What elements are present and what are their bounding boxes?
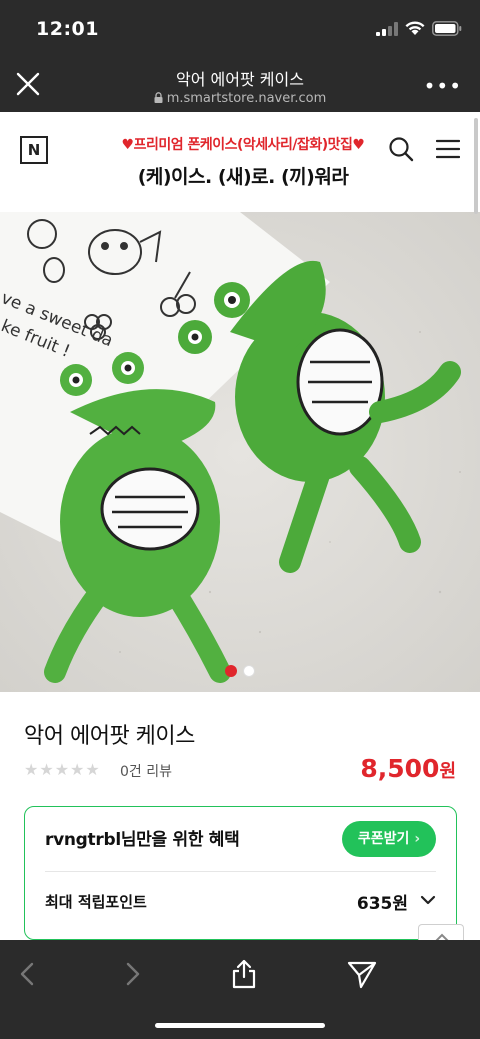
rating-stars: ★★★★★ — [24, 760, 101, 779]
browser-header: 악어 에어팟 케이스 m.smartstore.naver.com ••• — [0, 58, 480, 112]
back-icon[interactable] — [12, 958, 44, 990]
price-unit: 원 — [439, 761, 456, 782]
naver-logo[interactable]: N — [20, 136, 48, 164]
coupon-label: 쿠폰받기 — [357, 831, 410, 847]
scrollbar[interactable] — [474, 118, 478, 214]
chevron-right-icon: › — [414, 831, 421, 847]
pager-dot[interactable] — [243, 665, 255, 677]
send-icon[interactable] — [346, 958, 378, 990]
more-icon[interactable]: ••• — [424, 74, 462, 98]
chevron-down-icon[interactable] — [420, 895, 436, 905]
divider — [45, 871, 436, 872]
review-count-link[interactable]: 0건 리뷰 — [120, 761, 172, 781]
signal-icon — [376, 22, 398, 36]
share-icon[interactable] — [228, 958, 260, 990]
price-value: 8,500 — [360, 754, 440, 783]
image-pager — [0, 662, 480, 677]
product-price: 8,500원 — [360, 754, 456, 783]
pager-dot-active[interactable] — [225, 665, 237, 677]
benefit-title: rvngtrbl님만을 위한 혜택 — [45, 830, 240, 850]
browser-page-title: 악어 에어팟 케이스 — [176, 70, 304, 89]
store-banner-tagline[interactable]: ♥프리미엄 폰케이스(악세사리/잡화)맛집♥ — [108, 134, 378, 154]
lock-icon — [154, 92, 163, 103]
home-indicator — [155, 1023, 325, 1028]
product-image[interactable]: ve a sweet da ke fruit ! — [0, 212, 480, 692]
member-benefit-card: rvngtrbl님만을 위한 혜택 쿠폰받기 › 최대 적립포인트 635원 — [24, 806, 457, 940]
browser-url: m.smartstore.naver.com — [0, 91, 480, 106]
scroll-to-top-button[interactable] — [418, 924, 464, 940]
max-points-label: 최대 적립포인트 — [45, 893, 147, 911]
web-page[interactable]: N ♥프리미엄 폰케이스(악세사리/잡화)맛집♥ (케)이스. (새)로. (끼… — [0, 112, 480, 940]
store-header: N ♥프리미엄 폰케이스(악세사리/잡화)맛집♥ (케)이스. (새)로. (끼… — [0, 112, 480, 212]
status-bar: 12:01 — [0, 0, 480, 58]
browser-toolbar — [0, 940, 480, 1039]
store-banner-slogan[interactable]: (케)이스. (새)로. (끼)워라 — [108, 162, 378, 189]
menu-icon[interactable] — [436, 138, 460, 160]
status-time: 12:01 — [36, 18, 99, 40]
search-icon[interactable] — [388, 136, 414, 162]
get-coupon-button[interactable]: 쿠폰받기 › — [342, 821, 436, 857]
chevron-up-icon — [435, 933, 449, 940]
max-points-value: 635원 — [356, 894, 408, 914]
forward-icon[interactable] — [116, 958, 148, 990]
battery-icon — [432, 21, 462, 36]
wifi-icon — [405, 21, 425, 35]
product-title: 악어 에어팟 케이스 — [24, 724, 195, 749]
url-text: m.smartstore.naver.com — [166, 91, 327, 106]
